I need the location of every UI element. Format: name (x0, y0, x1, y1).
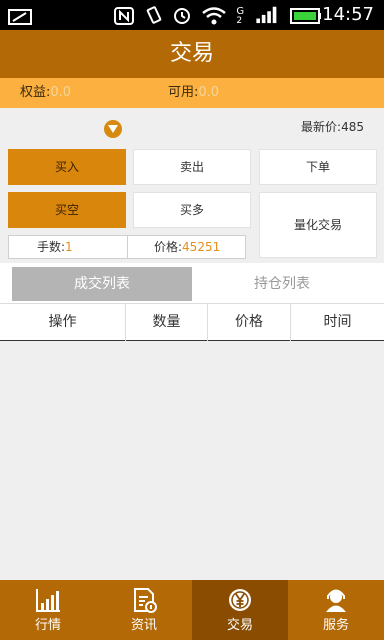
nav-item-market[interactable]: 行情 (0, 580, 96, 640)
available-item: 可用:0.0 (168, 78, 219, 108)
nfc-icon (114, 7, 134, 25)
quant-trade-button[interactable]: 量化交易 (259, 192, 377, 258)
lots-label: 手数: (37, 240, 66, 254)
nav-label-trade: 交易 (226, 618, 253, 633)
lots-field[interactable]: 手数:1 (9, 236, 127, 258)
trade-screen: G2 14:57 交易 权益:0.0 可用:0.0 最新价:485 买入 卖出 … (0, 0, 384, 640)
tab-deals[interactable]: 成交列表 (12, 267, 192, 301)
battery-icon (290, 8, 321, 24)
headset-user-icon (326, 589, 346, 612)
nav-item-service[interactable]: 服务 (288, 580, 384, 640)
long-button[interactable]: 买多 (133, 192, 251, 228)
buy-button[interactable]: 买入 (8, 149, 126, 185)
yen-coin-icon (229, 589, 251, 611)
available-value: 0.0 (198, 85, 220, 100)
short-button[interactable]: 买空 (8, 192, 126, 228)
bar-chart-icon (36, 589, 60, 612)
available-label: 可用: (168, 85, 199, 100)
expand-toggle-button[interactable] (104, 120, 122, 138)
wifi-icon (202, 7, 226, 25)
column-header-price: 价格 (235, 314, 263, 330)
equity-label: 权益: (20, 85, 51, 100)
nav-item-news[interactable]: 资讯 (96, 580, 192, 640)
svg-text:2: 2 (236, 16, 242, 24)
list-tabs: 成交列表 持仓列表 (0, 263, 384, 303)
page-title: 交易 (0, 30, 384, 78)
deals-list (0, 341, 384, 580)
bottom-navigation: 行情 资讯 交易 服务 (0, 580, 384, 640)
sell-button[interactable]: 卖出 (133, 149, 251, 185)
place-order-button[interactable]: 下单 (259, 149, 377, 185)
equity-item: 权益:0.0 (20, 78, 71, 108)
order-params: 手数:1 价格:45251 (8, 235, 246, 259)
account-summary-bar: 权益:0.0 可用:0.0 (0, 78, 384, 108)
equity-value: 0.0 (50, 85, 72, 100)
price-label: 价格: (154, 240, 183, 254)
tab-positions[interactable]: 持仓列表 (192, 267, 372, 301)
chevron-down-icon (108, 125, 118, 133)
status-time: 14:57 (322, 4, 374, 25)
status-bar: G2 14:57 (0, 0, 384, 30)
latest-price: 最新价:485 (301, 120, 364, 134)
nav-label-market: 行情 (34, 618, 61, 633)
order-panel: 最新价:485 买入 卖出 下单 买空 买多 量化交易 手数:1 价格:4525… (0, 108, 384, 263)
lots-value: 1 (65, 240, 73, 254)
nav-item-trade[interactable]: 交易 (192, 580, 288, 640)
screenshot-icon (8, 9, 32, 25)
document-icon (134, 588, 157, 613)
signal-icon: G2 (236, 6, 277, 24)
nav-label-news: 资讯 (130, 618, 157, 633)
column-header-quantity: 数量 (152, 314, 181, 330)
price-field[interactable]: 价格:45251 (127, 236, 245, 258)
column-header-action: 操作 (48, 314, 77, 330)
alarm-icon (174, 8, 190, 24)
price-value: 45251 (182, 240, 221, 254)
table-header: 操作 数量 价格 时间 (0, 303, 384, 341)
vibrate-icon (146, 6, 162, 24)
column-header-time: 时间 (323, 314, 352, 330)
nav-label-service: 服务 (322, 618, 349, 633)
